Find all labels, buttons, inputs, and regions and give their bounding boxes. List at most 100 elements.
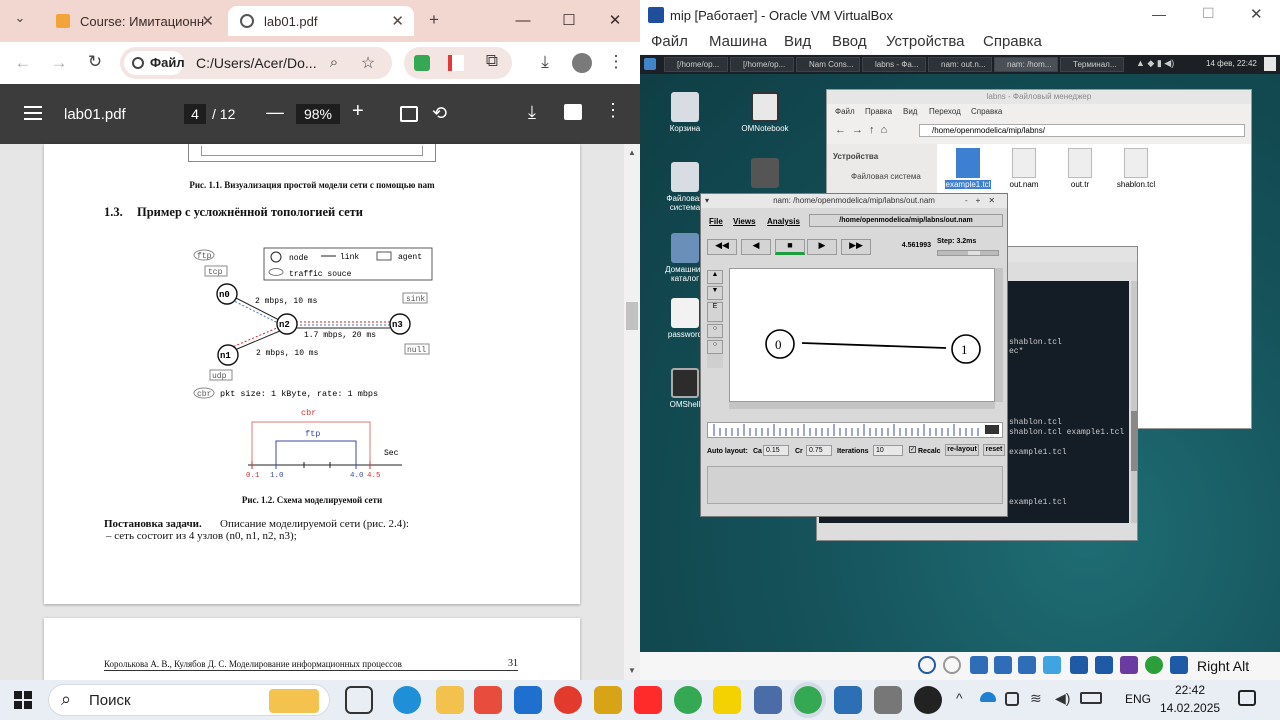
close-icon[interactable]: ✕ xyxy=(201,12,214,30)
battery-icon[interactable] xyxy=(1080,692,1102,704)
iterations-input[interactable]: 10 xyxy=(873,445,903,456)
nam-canvas[interactable]: 0 1 xyxy=(729,268,995,402)
zoom-out-icon[interactable]: — xyxy=(266,102,284,123)
zoom-icon[interactable]: ⌕ xyxy=(324,54,344,71)
page-input[interactable]: 4 xyxy=(184,104,206,124)
ca-input[interactable]: 0.15 xyxy=(763,445,789,456)
download-icon[interactable]: ⤓ xyxy=(528,102,536,123)
new-tab-icon[interactable]: + xyxy=(424,10,444,30)
nam-vscroll[interactable] xyxy=(995,268,1003,402)
guest-screen[interactable]: [/home/op... [/home/op... Nam Cons... la… xyxy=(640,55,1280,652)
task-view-icon[interactable] xyxy=(345,686,373,714)
display-status-icon[interactable] xyxy=(1070,656,1088,674)
tab-search-icon[interactable]: ⌄ xyxy=(8,10,32,26)
menu-help[interactable]: Справка xyxy=(983,33,1042,50)
menu-machine[interactable]: Машина xyxy=(709,33,767,50)
menu-input[interactable]: Ввод xyxy=(832,33,867,50)
fm-menu-help[interactable]: Справка xyxy=(971,107,1002,116)
scrollbar[interactable]: ▲ ▼ xyxy=(624,144,640,680)
play-button[interactable]: ▶ xyxy=(807,239,837,255)
more-icon[interactable]: ⋮ xyxy=(604,100,622,121)
network-status-icon[interactable] xyxy=(994,656,1012,674)
fit-page-icon[interactable] xyxy=(400,106,418,122)
nam-hscroll[interactable] xyxy=(729,402,995,409)
taskbar-search[interactable]: ⌕ Поиск xyxy=(48,684,330,716)
menu-file[interactable]: Файл xyxy=(651,33,688,50)
bookmark-star-icon[interactable]: ☆ xyxy=(358,53,378,73)
rewind-button[interactable]: ◀◀ xyxy=(707,239,737,255)
edit-tool-icon[interactable]: E xyxy=(707,302,723,322)
nam-menu-icon[interactable]: ▾ xyxy=(705,194,709,208)
close-window-button[interactable]: ✕ xyxy=(592,6,638,36)
pdf-viewport[interactable]: ▲ ▼ Рис. 1.1. Визуализация простой модел… xyxy=(0,144,640,680)
nam-menu-views[interactable]: Views xyxy=(733,217,756,226)
desktop-icon-omnotebook[interactable]: OMNotebook xyxy=(733,92,797,133)
forward-icon[interactable]: → xyxy=(48,53,70,73)
step-slider[interactable] xyxy=(937,250,999,256)
guest-menu-icon[interactable] xyxy=(1264,57,1276,71)
menu-devices[interactable]: Устройства xyxy=(886,33,964,50)
scroll-up-icon[interactable]: ▲ xyxy=(628,148,636,157)
nam-annotation-pane[interactable] xyxy=(707,466,1003,504)
reset-button[interactable]: reset xyxy=(983,444,1005,456)
maximize-button[interactable]: ☐ xyxy=(546,6,592,36)
clock-date[interactable]: 14.02.2025 xyxy=(1160,701,1220,715)
fm-menu-file[interactable]: Файл xyxy=(835,107,855,116)
guest-task-5[interactable]: nam: out.n... xyxy=(928,57,992,72)
mail-icon[interactable] xyxy=(514,686,542,714)
shared-folder-icon[interactable] xyxy=(1043,656,1061,674)
fm-path-input[interactable]: /home/openmodelica/mip/labns/ xyxy=(919,124,1245,137)
yandex-browser-icon[interactable] xyxy=(554,686,582,714)
dot-tool-icon[interactable]: ○ xyxy=(707,340,723,354)
guest-task-3[interactable]: Nam Cons... xyxy=(796,57,860,72)
avatar[interactable] xyxy=(572,53,592,73)
store-icon[interactable] xyxy=(474,686,502,714)
back-button[interactable]: ◀ xyxy=(741,239,771,255)
guest-task-7[interactable]: Терминал... xyxy=(1060,57,1124,72)
notification-icon[interactable] xyxy=(1238,690,1256,706)
mouse-integration-icon[interactable] xyxy=(1145,656,1163,674)
circle-tool-icon[interactable]: ○ xyxy=(707,324,723,338)
scheme-chip[interactable]: Файл xyxy=(124,51,185,75)
rotate-icon[interactable]: ⟲ xyxy=(432,103,447,124)
extension-icon[interactable] xyxy=(414,55,430,71)
file-out-nam[interactable]: out.nam xyxy=(999,148,1049,189)
windows-start-icon[interactable] xyxy=(14,691,32,709)
zoom-in-tool-icon[interactable]: ▲ xyxy=(707,270,723,284)
fm-nav-icons[interactable]: ←→↑⌂ xyxy=(835,124,893,136)
app-icon[interactable] xyxy=(874,686,902,714)
minimize-button[interactable]: — xyxy=(500,6,546,36)
fast-forward-button[interactable]: ▶▶ xyxy=(841,239,871,255)
cr-input[interactable]: 0.75 xyxy=(806,445,832,456)
file-out-tr[interactable]: out.tr xyxy=(1055,148,1105,189)
guest-task-1[interactable]: [/home/op... xyxy=(664,57,728,72)
file-shablon[interactable]: shablon.tcl xyxy=(1111,148,1161,189)
language-indicator[interactable]: ENG xyxy=(1125,692,1151,706)
clock-time[interactable]: 22:42 xyxy=(1160,683,1220,697)
pinned-star-icon[interactable] xyxy=(594,686,622,714)
zoom-input[interactable]: 98% xyxy=(296,104,340,124)
menu-icon[interactable]: ⋮ xyxy=(606,52,626,72)
fm-menu-edit[interactable]: Правка xyxy=(865,107,892,116)
maximize-button[interactable]: ☐ xyxy=(1202,5,1215,22)
menu-icon[interactable] xyxy=(24,106,42,120)
fm-sidebar-item[interactable]: Файловая система xyxy=(851,172,921,181)
vt-status-icon[interactable] xyxy=(1120,656,1138,674)
obs-icon[interactable] xyxy=(914,686,942,714)
guest-task-6[interactable]: nam: /hom... xyxy=(994,57,1058,72)
chrome-icon[interactable] xyxy=(674,686,702,714)
nam-timeline[interactable] xyxy=(707,422,1003,438)
tab-course[interactable]: Course: Имитационн ✕ xyxy=(44,6,224,36)
tab-pdf[interactable]: lab01.pdf ✕ xyxy=(228,6,414,36)
guest-task-4[interactable]: labns - Фа... xyxy=(862,57,926,72)
edge-icon[interactable] xyxy=(393,686,421,714)
wifi-icon[interactable]: ≋ xyxy=(1030,690,1042,707)
chevron-up-icon[interactable]: ^ xyxy=(956,690,963,706)
fm-menu-view[interactable]: Вид xyxy=(903,107,917,116)
desktop-icon-trash[interactable]: Корзина xyxy=(653,92,717,133)
onedrive-icon[interactable] xyxy=(980,692,996,702)
scrollbar-thumb[interactable] xyxy=(626,302,638,330)
nam-menu-analysis[interactable]: Analysis xyxy=(767,217,800,226)
app-menu-icon[interactable] xyxy=(644,58,656,70)
music-icon[interactable] xyxy=(713,686,741,714)
